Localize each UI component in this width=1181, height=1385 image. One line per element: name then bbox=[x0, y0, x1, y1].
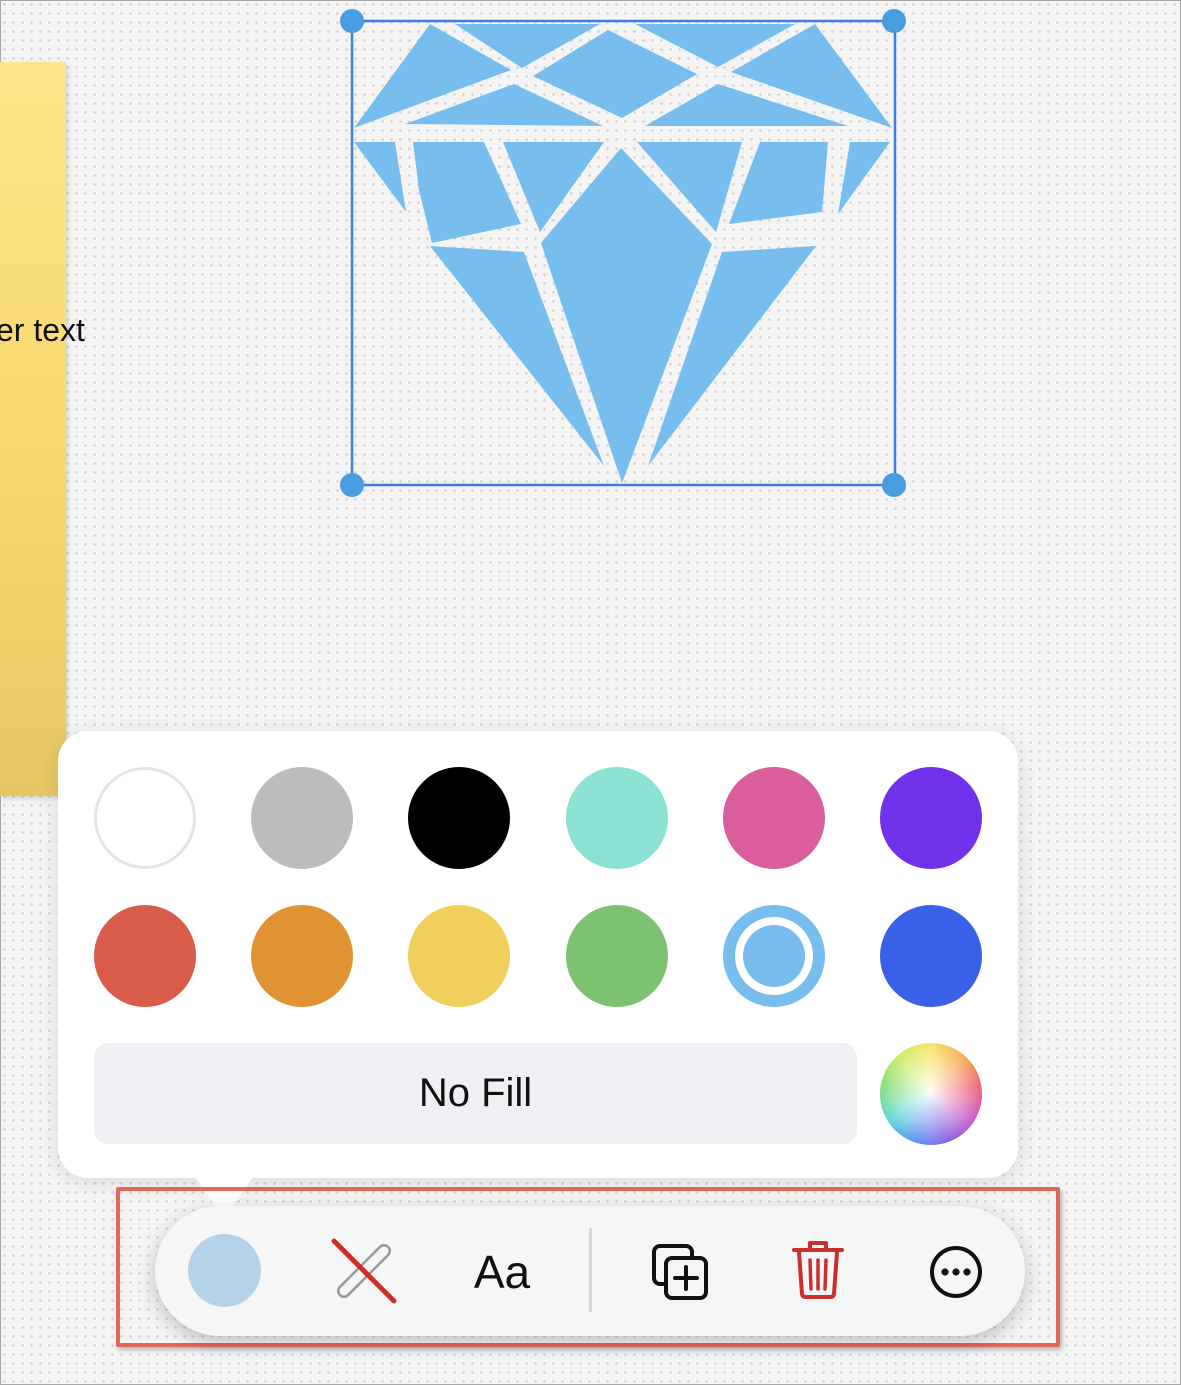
sticky-note[interactable] bbox=[0, 62, 66, 796]
stroke-button[interactable] bbox=[330, 1237, 398, 1305]
resize-handle-bottom-right[interactable] bbox=[882, 473, 906, 497]
duplicate-button[interactable] bbox=[650, 1242, 710, 1302]
color-swatch-purple[interactable] bbox=[880, 767, 982, 869]
text-style-label: Aa bbox=[473, 1246, 531, 1298]
diamond-facet bbox=[413, 142, 521, 243]
resize-handle-top-right[interactable] bbox=[882, 9, 906, 33]
color-swatch-orange[interactable] bbox=[251, 905, 353, 1007]
duplicate-icon bbox=[652, 1244, 708, 1300]
toolbar-divider bbox=[589, 1228, 592, 1312]
diamond-facet bbox=[541, 148, 712, 483]
resize-handle-top-left[interactable] bbox=[340, 9, 364, 33]
ellipsis-circle-icon bbox=[930, 1246, 982, 1298]
no-fill-button[interactable]: No Fill bbox=[94, 1043, 857, 1144]
color-swatch-red[interactable] bbox=[94, 905, 196, 1007]
diamond-facet bbox=[729, 142, 828, 224]
delete-button[interactable] bbox=[790, 1240, 846, 1300]
fill-color-button[interactable] bbox=[188, 1234, 261, 1307]
color-swatch-mint[interactable] bbox=[566, 767, 668, 869]
color-swatch-pink[interactable] bbox=[723, 767, 825, 869]
more-button[interactable] bbox=[928, 1244, 984, 1300]
diamond-facet bbox=[354, 142, 406, 212]
text-style-button[interactable]: Aa bbox=[462, 1240, 542, 1304]
trash-icon bbox=[792, 1241, 844, 1299]
color-wheel-icon[interactable] bbox=[880, 1043, 982, 1145]
color-swatch-light-blue[interactable] bbox=[723, 905, 825, 1007]
color-swatch-green[interactable] bbox=[566, 905, 668, 1007]
color-swatch-gray[interactable] bbox=[251, 767, 353, 869]
color-swatch-white[interactable] bbox=[94, 767, 196, 869]
no-fill-label: No Fill bbox=[418, 1071, 533, 1115]
sticky-note-text: er text bbox=[0, 312, 85, 348]
no-stroke-icon bbox=[331, 1238, 397, 1304]
resize-handle-bottom-left[interactable] bbox=[340, 473, 364, 497]
diamond-facet bbox=[838, 142, 890, 214]
color-swatch-black[interactable] bbox=[408, 767, 510, 869]
diamond-shape-graphic bbox=[350, 19, 897, 487]
color-swatch-yellow[interactable] bbox=[408, 905, 510, 1007]
selected-diamond-shape[interactable] bbox=[340, 9, 906, 497]
color-swatch-blue[interactable] bbox=[880, 905, 982, 1007]
